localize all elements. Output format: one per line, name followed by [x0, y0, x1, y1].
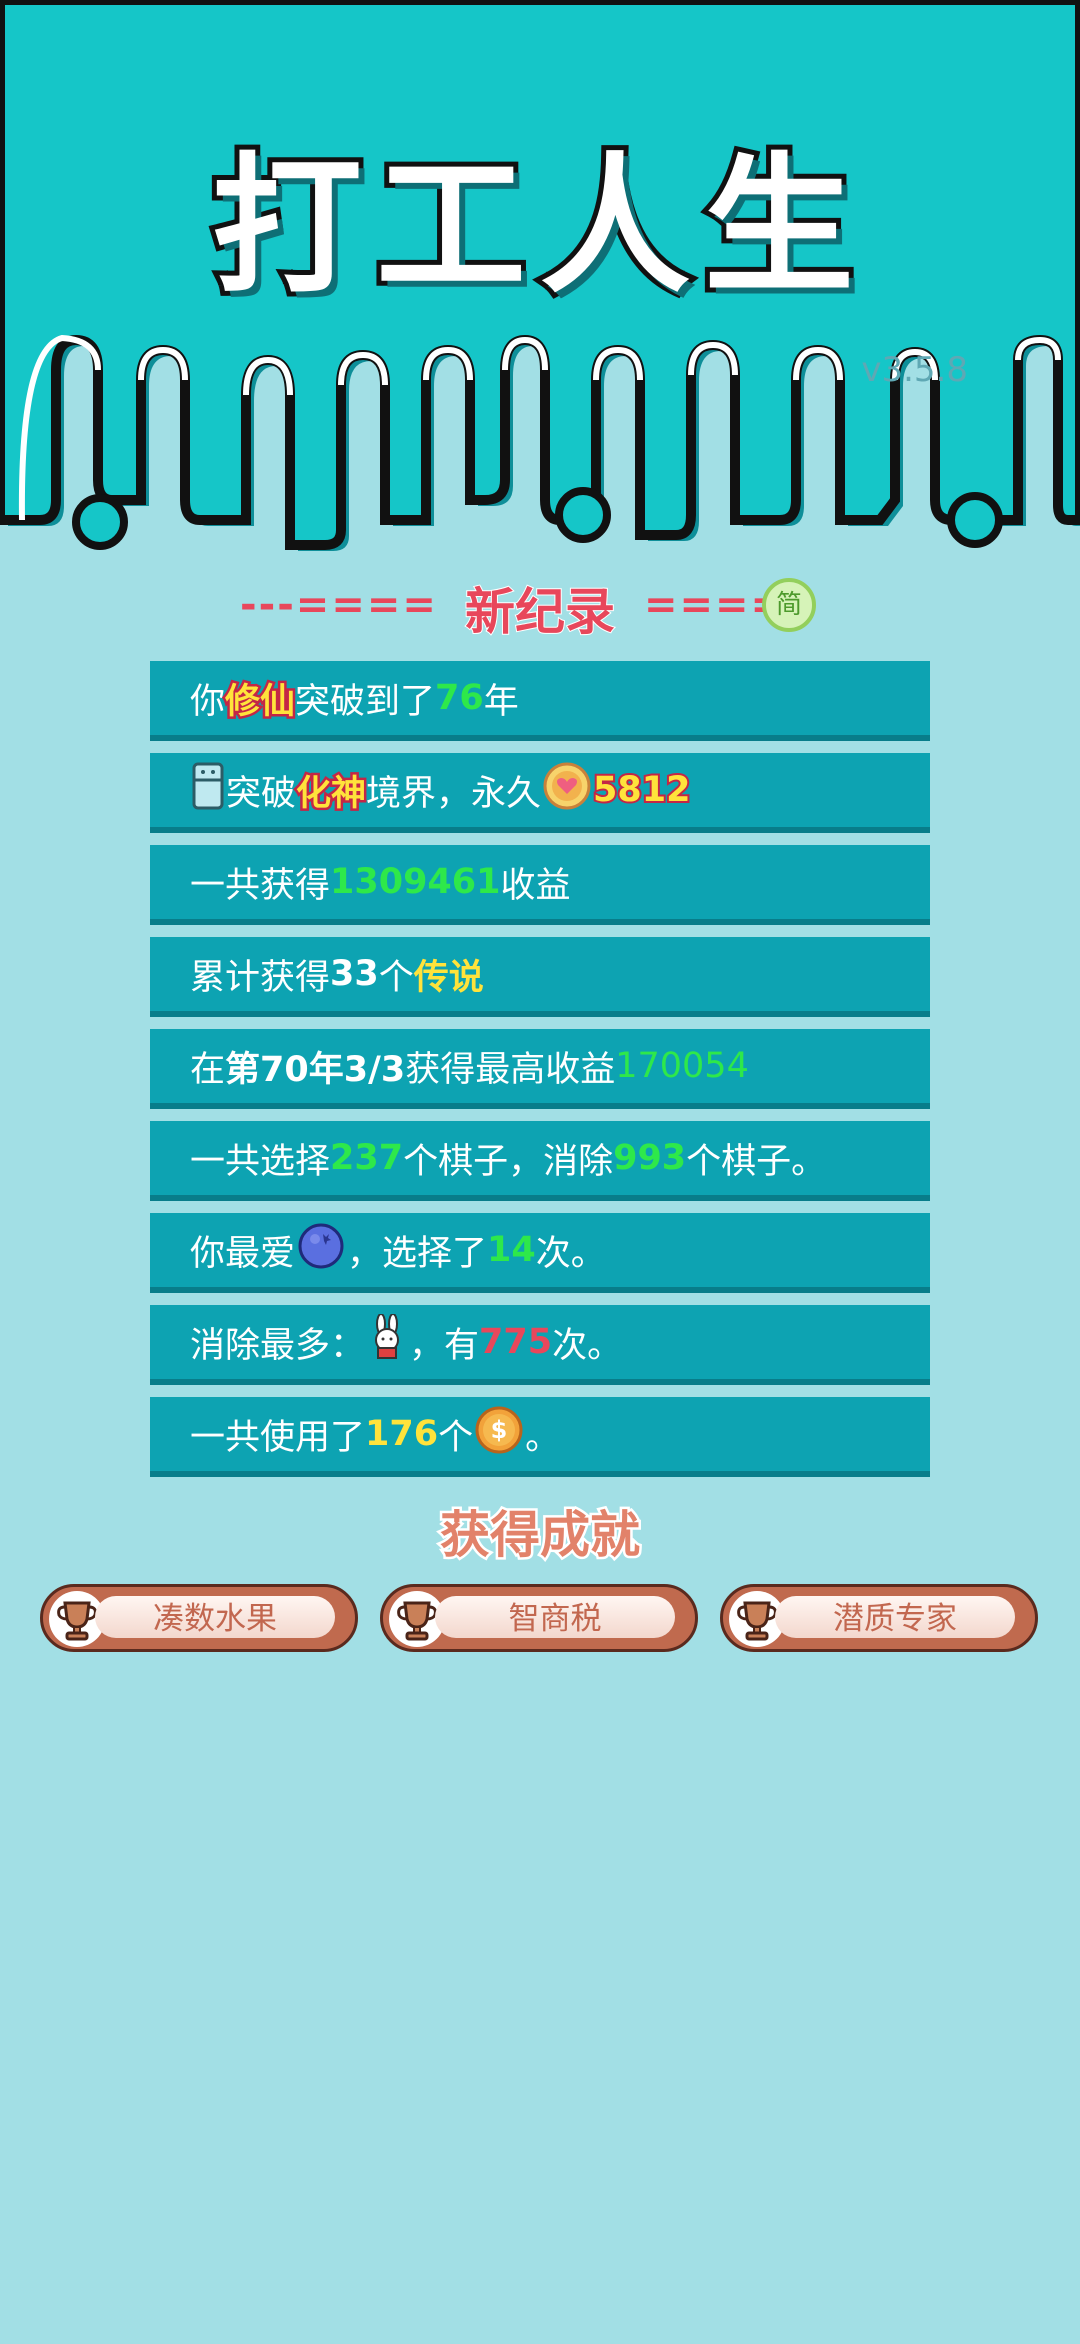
record-row-coins-used: 一共使用了 176 个 $ 。 — [150, 1397, 930, 1477]
row-text: 。 — [525, 1417, 561, 1458]
record-row-cultivation: 你 修仙 突破到了 76 年 — [150, 661, 930, 741]
record-row-breakthrough: 突破 化神 境界，永久 5812 — [150, 753, 930, 833]
row-value: 14 — [487, 1230, 536, 1270]
row-text: 一共选择 — [190, 1141, 331, 1182]
row-text: 获得最高收益 — [405, 1049, 616, 1090]
row-time: 第70年3/3 — [225, 1049, 406, 1090]
row-text: 累计获得 — [190, 957, 331, 998]
row-value: 775 — [479, 1322, 553, 1362]
achievement-badge[interactable]: 潜质专家 — [720, 1584, 1038, 1652]
record-list: 你 修仙 突破到了 76 年 突破 化神 境界，永久 5812 一共获得 130… — [150, 661, 930, 1489]
record-row-highest-income: 在 第70年3/3 获得最高收益 170054 — [150, 1029, 930, 1109]
row-text: 一共获得 — [190, 865, 331, 906]
record-row-pieces: 一共选择 237 个棋子，消除 993 个棋子。 — [150, 1121, 930, 1201]
fridge-icon — [192, 762, 224, 819]
row-value: 33 — [330, 954, 379, 994]
row-text: 一共使用了 — [190, 1417, 366, 1458]
row-highlight: 修仙 — [223, 679, 298, 724]
game-title: 打工人生 — [207, 135, 868, 319]
row-value: 76 — [435, 678, 484, 718]
dollar-coin-icon: $ — [475, 1406, 523, 1463]
row-text: 在 — [190, 1049, 226, 1090]
row-value: 1309461 — [330, 862, 501, 902]
row-value: 993 — [613, 1138, 687, 1178]
row-value: 170054 — [615, 1046, 749, 1086]
heart-coin-icon — [543, 762, 591, 819]
record-row-favorite: 你最爱 ，选择了 14 次。 — [150, 1213, 930, 1293]
achievement-label: 潜质专家 — [775, 1596, 1015, 1638]
row-text: 个 — [438, 1417, 474, 1458]
row-text: 个棋子，消除 — [403, 1141, 614, 1182]
row-text: 突破到了 — [295, 681, 436, 722]
row-text: 次。 — [535, 1233, 606, 1274]
rabbit-icon — [367, 1312, 407, 1371]
row-text: 年 — [483, 681, 519, 722]
record-row-most-removed: 消除最多： ，有 775 次。 — [150, 1305, 930, 1385]
record-row-total-income: 一共获得 1309461 收益 — [150, 845, 930, 925]
row-text: 收益 — [500, 865, 571, 906]
achievement-label: 智商税 — [435, 1596, 675, 1638]
row-text: 次。 — [552, 1325, 623, 1366]
row-highlight: 传说 — [413, 957, 484, 998]
row-text: 境界，永久 — [366, 773, 542, 814]
row-value: 176 — [365, 1414, 439, 1454]
record-row-legends: 累计获得 33 个 传说 — [150, 937, 930, 1017]
row-text: 你最爱 — [190, 1233, 296, 1274]
achievement-badge[interactable]: 智商税 — [380, 1584, 698, 1652]
version-label: v3.5.8 — [861, 350, 968, 390]
achievement-label: 凑数水果 — [95, 1596, 335, 1638]
row-text: 你 — [190, 681, 226, 722]
row-value: 237 — [330, 1138, 404, 1178]
record-title: 新纪录 — [464, 582, 616, 642]
row-highlight: 化神 — [294, 771, 369, 816]
row-text: ，选择了 — [347, 1233, 488, 1274]
row-text: 个棋子。 — [686, 1141, 827, 1182]
simplified-chinese-button[interactable]: 简 — [762, 578, 816, 632]
row-value: 5812 — [591, 768, 692, 812]
achievement-badge[interactable]: 凑数水果 — [40, 1584, 358, 1652]
row-text: ，有 — [409, 1325, 480, 1366]
svg-text:$: $ — [491, 1416, 508, 1444]
row-text: 个 — [378, 957, 414, 998]
header-banner: 打工人生 v3.5.8 — [0, 0, 1080, 560]
achievements-title: 获得成就 — [438, 1504, 643, 1567]
row-text: 消除最多： — [190, 1325, 366, 1366]
blueberry-icon — [297, 1222, 345, 1279]
row-text: 突破 — [226, 773, 297, 814]
achievement-list: 凑数水果 智商税 潜质专家 — [40, 1584, 1040, 1654]
